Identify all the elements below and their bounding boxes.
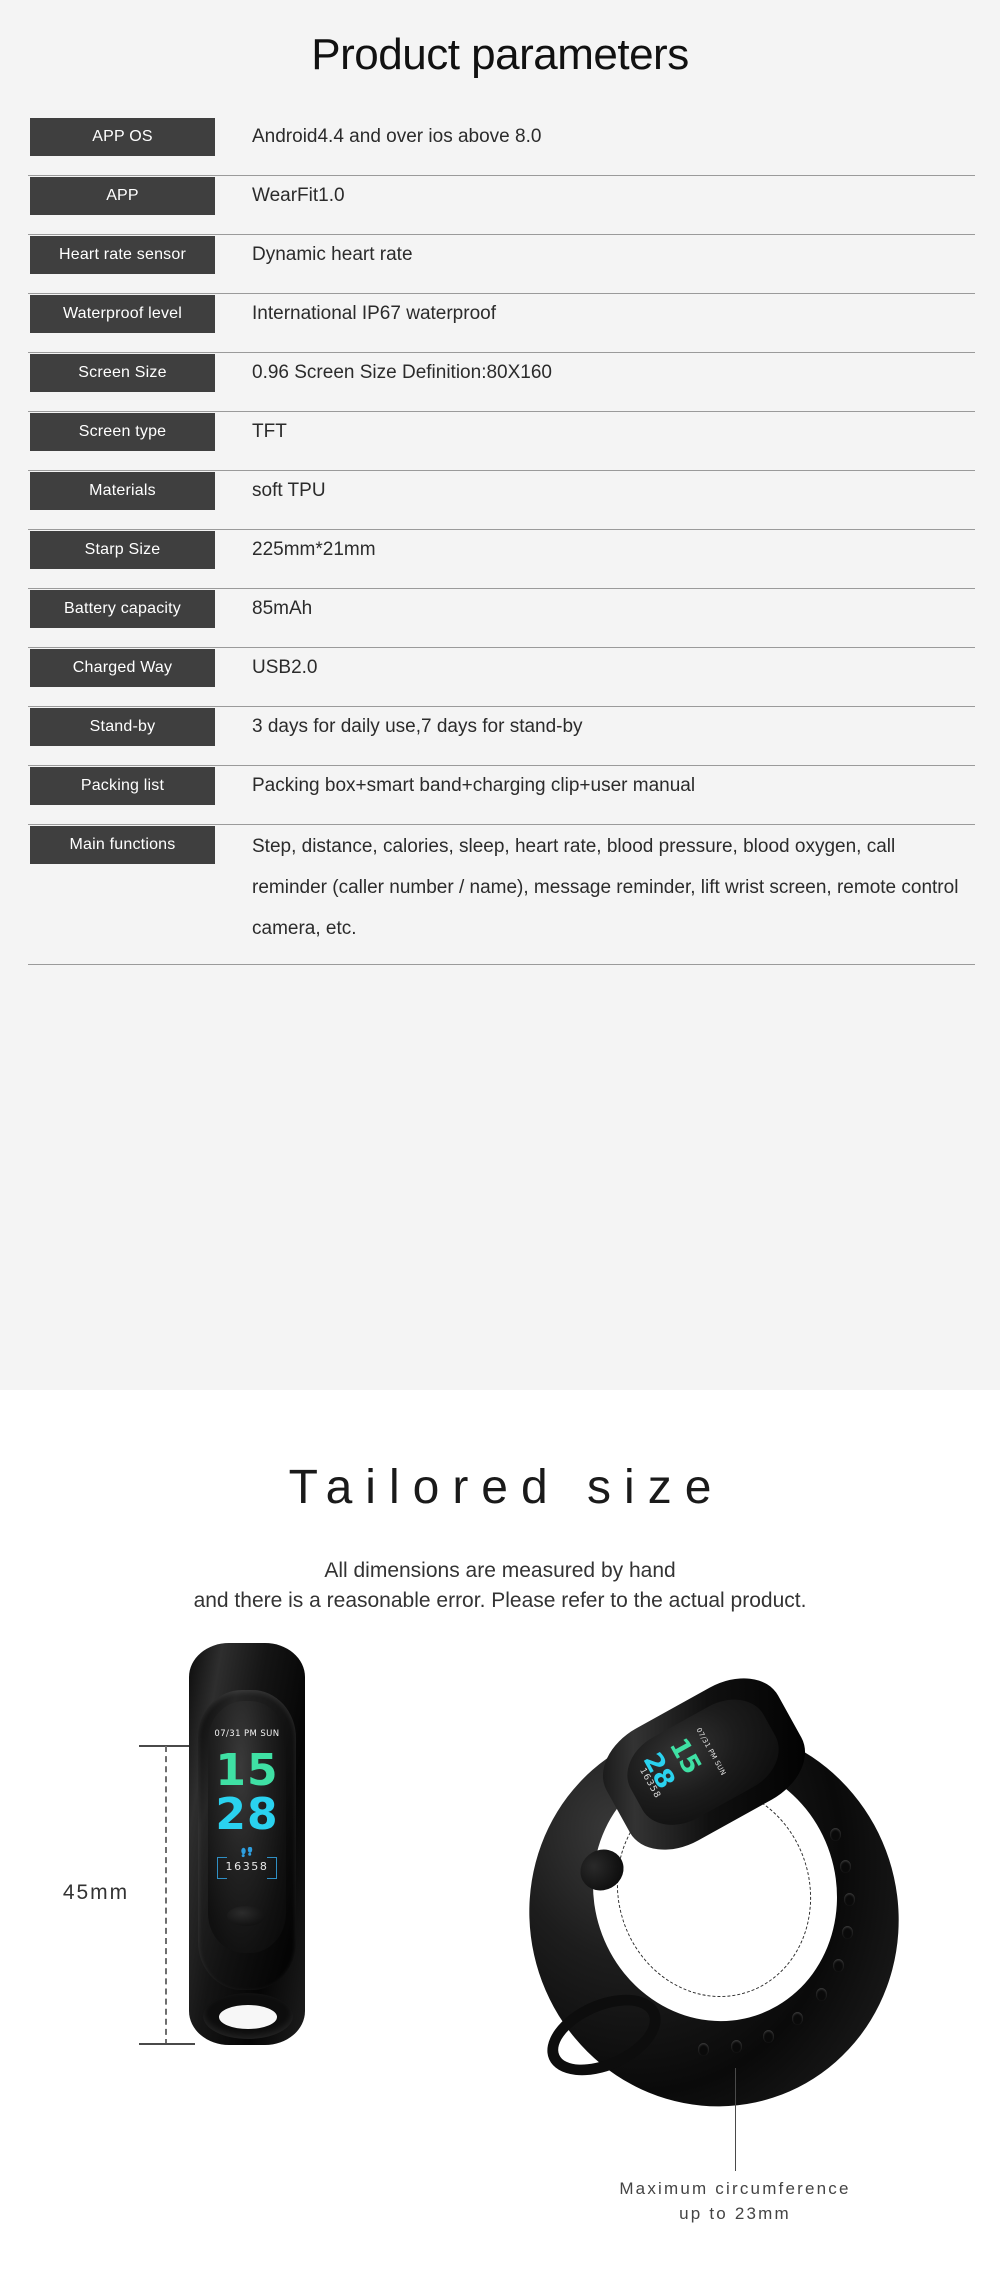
band-touch-button <box>227 1906 265 1926</box>
strap-hole <box>816 1988 827 2001</box>
spec-value-packing-list: Packing box+smart band+charging clip+use… <box>252 775 696 796</box>
spec-label-stand-by: Stand-by <box>30 708 215 746</box>
row-divider <box>28 352 975 353</box>
spec-label-charged-way: Charged Way <box>30 649 215 687</box>
spec-label-screen-size: Screen Size <box>30 354 215 392</box>
row-divider <box>28 175 975 176</box>
spec-label-app: APP <box>30 177 215 215</box>
spec-row: Starp Size 225mm*21mm <box>0 531 1000 590</box>
spec-row: Main functions Step, distance, calories,… <box>0 826 1000 966</box>
row-divider <box>28 234 975 235</box>
spec-label-heart-rate-sensor: Heart rate sensor <box>30 236 215 274</box>
strap-hole <box>833 1959 844 1972</box>
row-divider <box>28 824 975 825</box>
strap-hole <box>763 2030 774 2043</box>
circumference-label-line-2: up to 23mm <box>679 2204 791 2223</box>
spec-value-stand-by: 3 days for daily use,7 days for stand-by <box>252 716 583 737</box>
row-divider <box>28 411 975 412</box>
spec-table: APP OS Android4.4 and over ios above 8.0… <box>0 118 1000 966</box>
spec-label-starp-size: Starp Size <box>30 531 215 569</box>
spec-row: Screen type TFT <box>0 413 1000 472</box>
spec-row: Battery capacity 85mAh <box>0 590 1000 649</box>
strap-hole <box>731 2040 742 2053</box>
subtitle-line-2: and there is a reasonable error. Please … <box>193 1589 807 1612</box>
spec-value-app: WearFit1.0 <box>252 185 345 206</box>
spec-row: Packing list Packing box+smart band+char… <box>0 767 1000 826</box>
strap-hole <box>844 1893 855 1906</box>
circumference-pointer-line <box>735 2068 736 2171</box>
display-step-counter: 16358 <box>208 1846 286 1893</box>
spec-row: APP WearFit1.0 <box>0 177 1000 236</box>
band-strap-loop-inner <box>219 2005 277 2029</box>
spec-value-charged-way: USB2.0 <box>252 657 318 678</box>
spec-row: Stand-by 3 days for daily use,7 days for… <box>0 708 1000 767</box>
strap-hole <box>792 2012 803 2025</box>
display-date-text: 07/31 PM SUN <box>214 1729 280 1739</box>
spec-label-packing-list: Packing list <box>30 767 215 805</box>
spec-label-materials: Materials <box>30 472 215 510</box>
dimension-line-vertical <box>165 1746 167 2045</box>
spec-row: Heart rate sensor Dynamic heart rate <box>0 236 1000 295</box>
strap-hole <box>698 2043 709 2056</box>
spec-label-waterproof-level: Waterproof level <box>30 295 215 333</box>
display-minute-text: 28 <box>215 1789 279 1840</box>
spec-label-main-functions: Main functions <box>30 826 215 864</box>
section-subtitle: All dimensions are measured by hand and … <box>0 1556 1000 1616</box>
subtitle-line-1: All dimensions are measured by hand <box>324 1559 676 1582</box>
spec-value-main-functions: Step, distance, calories, sleep, heart r… <box>252 836 959 939</box>
spec-value-materials: soft TPU <box>252 480 326 501</box>
display-steps-text: 16358 <box>225 1860 269 1873</box>
spec-row: Screen Size 0.96 Screen Size Definition:… <box>0 354 1000 413</box>
spec-value-battery-capacity: 85mAh <box>252 598 313 619</box>
circumference-label: Maximum circumference up to 23mm <box>510 2176 960 2226</box>
spec-label-screen-type: Screen type <box>30 413 215 451</box>
row-divider <box>28 588 975 589</box>
spec-row: Materials soft TPU <box>0 472 1000 531</box>
display-hour-text: 15 <box>215 1745 279 1796</box>
strap-hole <box>840 1860 851 1873</box>
row-divider <box>28 647 975 648</box>
row-divider <box>28 529 975 530</box>
strap-hole <box>842 1926 853 1939</box>
circumference-label-line-1: Maximum circumference <box>619 2179 851 2198</box>
row-divider <box>28 964 975 965</box>
spec-label-app-os: APP OS <box>30 118 215 156</box>
row-divider <box>28 706 975 707</box>
spec-value-heart-rate-sensor: Dynamic heart rate <box>252 244 413 265</box>
spec-value-app-os: Android4.4 and over ios above 8.0 <box>252 126 542 147</box>
dimension-label-height: 45mm <box>62 1881 130 1904</box>
spec-row: Charged Way USB2.0 <box>0 649 1000 708</box>
row-divider <box>28 765 975 766</box>
row-divider <box>28 470 975 471</box>
strap-hole <box>830 1828 841 1841</box>
page-title: Product parameters <box>311 30 689 79</box>
band-strap-loop <box>203 1993 293 2039</box>
smart-band-front-view: 07/31 PM SUN 15 28 16358 <box>185 1643 309 2045</box>
spec-value-starp-size: 225mm*21mm <box>252 539 376 560</box>
row-divider <box>28 293 975 294</box>
spec-row: APP OS Android4.4 and over ios above 8.0 <box>0 118 1000 177</box>
spec-value-screen-type: TFT <box>252 421 287 442</box>
spec-value-screen-size: 0.96 Screen Size Definition:80X160 <box>252 362 552 383</box>
product-parameters-section: Product parameters APP OS Android4.4 and… <box>0 0 1000 1390</box>
smart-band-angled-view: 07/31 PM SUN 15 28 16358 <box>479 1660 949 2155</box>
spec-row: Waterproof level International IP67 wate… <box>0 295 1000 354</box>
spec-value-waterproof-level: International IP67 waterproof <box>252 303 496 324</box>
spec-label-battery-capacity: Battery capacity <box>30 590 215 628</box>
section-title: Tailored size <box>288 1461 725 1514</box>
